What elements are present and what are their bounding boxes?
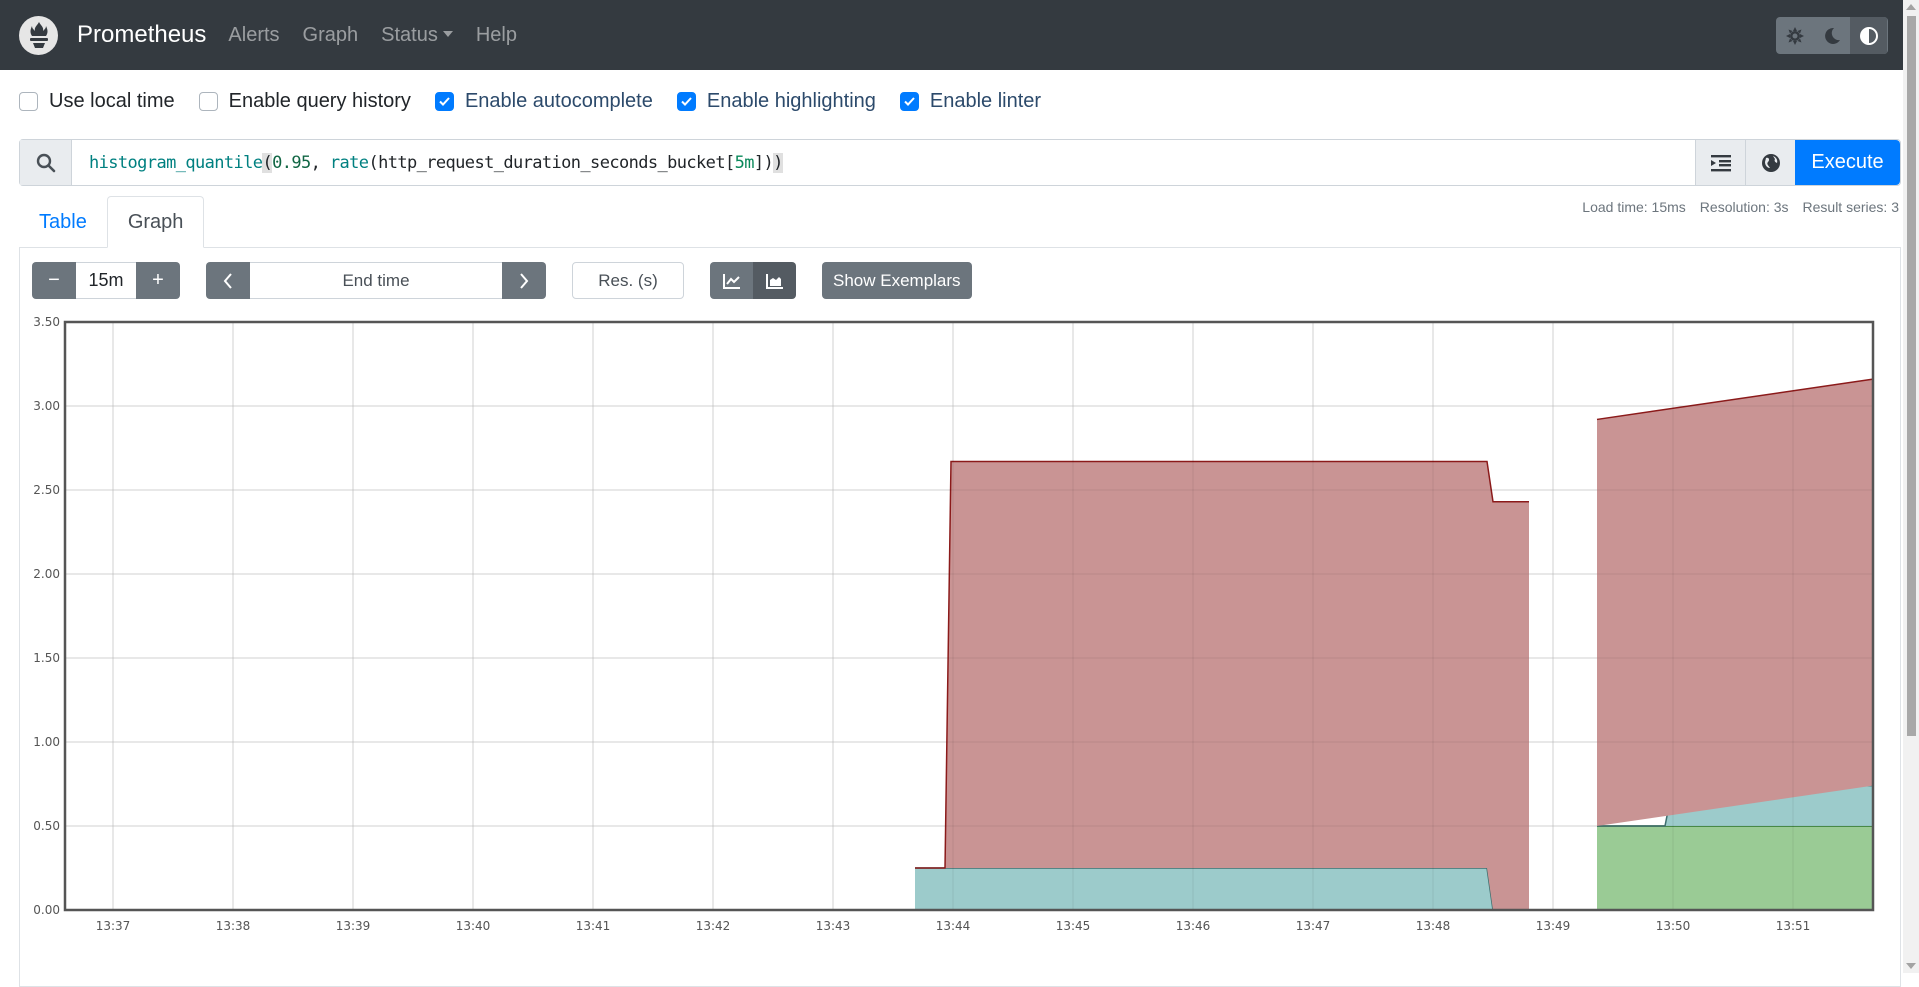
x-tick-label: 13:45 — [1056, 919, 1091, 933]
series-red-area — [1597, 379, 1873, 826]
y-tick-label: 0.00 — [33, 903, 60, 917]
scrollbar-thumb[interactable] — [1907, 16, 1916, 736]
series-green-area — [1597, 826, 1873, 910]
series-teal-area — [915, 868, 1493, 910]
series-red-area — [915, 461, 1529, 910]
x-tick-label: 13:40 — [456, 919, 491, 933]
scroll-down-arrow-icon[interactable] — [1906, 963, 1916, 969]
y-tick-label: 0.50 — [33, 819, 60, 833]
y-tick-label: 3.50 — [33, 315, 60, 329]
y-tick-label: 3.00 — [33, 399, 60, 413]
tab-graph[interactable]: Graph — [106, 196, 205, 248]
x-tick-label: 13:49 — [1536, 919, 1571, 933]
scroll-up-arrow-icon[interactable] — [1906, 4, 1916, 10]
x-tick-label: 13:50 — [1656, 919, 1691, 933]
x-tick-label: 13:37 — [96, 919, 131, 933]
x-tick-label: 13:44 — [936, 919, 971, 933]
x-tick-label: 13:38 — [216, 919, 251, 933]
x-tick-label: 13:46 — [1176, 919, 1211, 933]
x-tick-label: 13:41 — [576, 919, 611, 933]
x-tick-label: 13:47 — [1296, 919, 1331, 933]
x-tick-label: 13:42 — [696, 919, 731, 933]
y-tick-label: 1.00 — [33, 735, 60, 749]
graph-chart[interactable]: 0.00 0.50 1.00 1.50 2.00 2.50 3.00 3.50 13:37 13:… — [0, 0, 1900, 973]
x-tick-label: 13:51 — [1776, 919, 1811, 933]
x-tick-label: 13:43 — [816, 919, 851, 933]
page-scrollbar[interactable] — [1903, 0, 1919, 973]
x-tick-label: 13:39 — [336, 919, 371, 933]
y-tick-label: 2.00 — [33, 567, 60, 581]
y-tick-label: 1.50 — [33, 651, 60, 665]
y-tick-label: 2.50 — [33, 483, 60, 497]
x-tick-label: 13:48 — [1416, 919, 1451, 933]
